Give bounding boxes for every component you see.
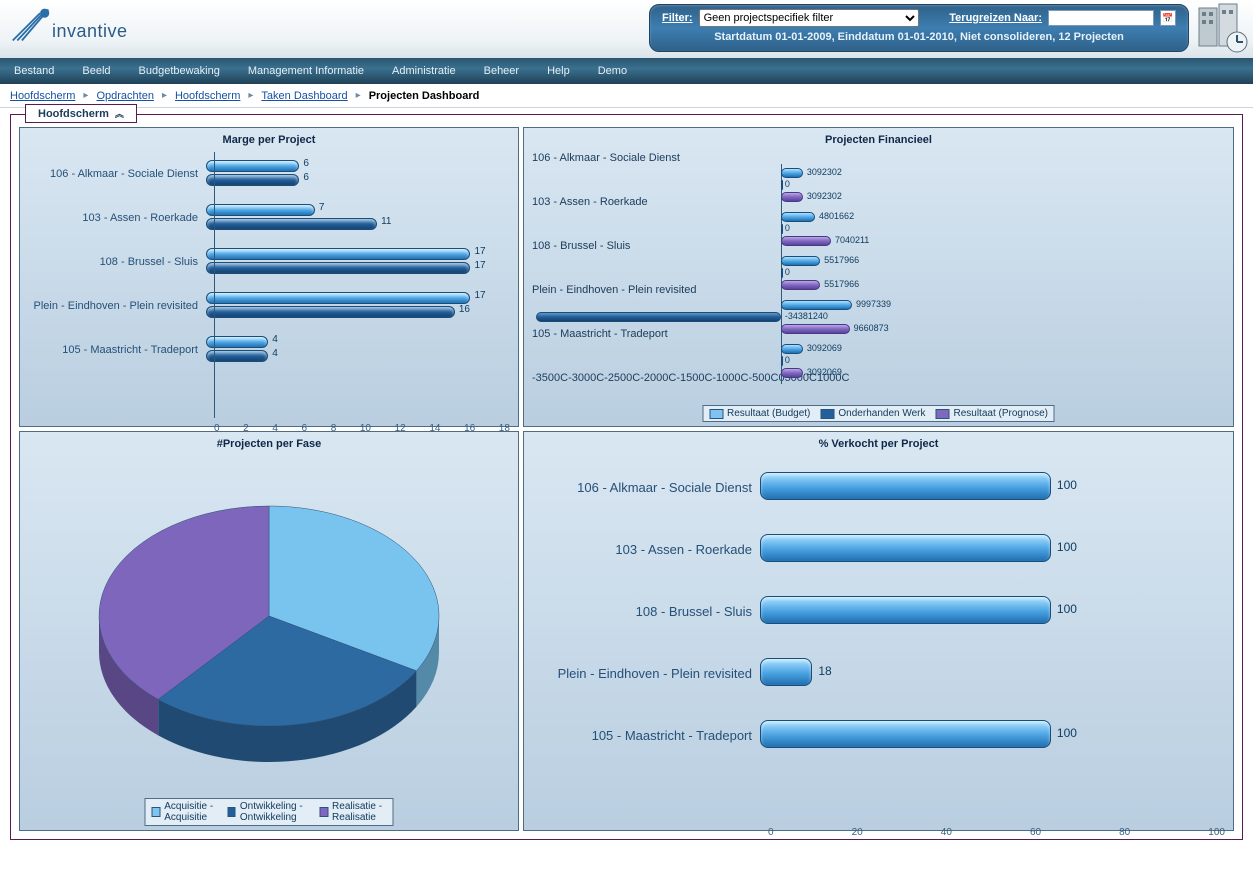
panel-title: % Verkocht per Project <box>524 438 1233 450</box>
category-label: 106 - Alkmaar - Sociale Dienst <box>28 168 206 180</box>
bar-row: 108 - Brussel - Sluis100 <box>532 580 1225 642</box>
category-label: 103 - Assen - Roerkade <box>532 542 760 557</box>
tab-label: Hoofdscherm <box>38 108 109 120</box>
chevron-right-icon: ▸ <box>162 90 167 101</box>
brand-logo: invantive <box>8 4 128 49</box>
bar-group: 309206903092069 <box>532 340 1225 384</box>
category-label: Plein - Eindhoven - Plein revisited <box>28 300 206 312</box>
chevron-up-icon: ︽ <box>115 107 124 120</box>
category-label: 108 - Brussel - Sluis <box>28 256 206 268</box>
chevron-right-icon: ▸ <box>356 90 361 101</box>
content-frame: Hoofdscherm ︽ Marge per Project 106 - Al… <box>10 114 1243 840</box>
filter-bar: Filter: Geen projectspecifiek filter Ter… <box>649 4 1189 52</box>
legend-item: Onderhanden Werk <box>838 408 925 419</box>
bar-row: 106 - Alkmaar - Sociale Dienst66 <box>28 152 510 196</box>
panel-title: Projecten Financieel <box>524 134 1233 146</box>
bar-group: 100 <box>760 704 1225 766</box>
panel-financieel: Projecten Financieel 106 - Alkmaar - Soc… <box>523 127 1234 427</box>
travel-label: Terugreizen Naar: <box>949 12 1042 24</box>
chart-marge: 106 - Alkmaar - Sociale Dienst66103 - As… <box>28 152 510 418</box>
panel-fase: #Projecten per Fase Acquisitie - Acquisi… <box>19 431 519 831</box>
travel-date-input[interactable] <box>1048 10 1154 26</box>
category-label: 105 - Maastricht - Tradeport <box>28 344 206 356</box>
filter-label: Filter: <box>662 12 693 24</box>
crumb-current: Projecten Dashboard <box>369 90 480 102</box>
bar-group: 100 <box>760 456 1225 518</box>
top-bar: invantive Filter: Geen projectspecifiek … <box>0 0 1253 58</box>
bar-group: 100 <box>760 580 1225 642</box>
bar-row: 106 - Alkmaar - Sociale Dienst3092302030… <box>532 152 1225 196</box>
bar-group: 480166207040211 <box>532 208 1225 252</box>
bar-group: 18 <box>760 642 1225 704</box>
legend-fase: Acquisitie - Acquisitie Ontwikkeling - O… <box>145 798 394 826</box>
legend-financieel: Resultaat (Budget) Onderhanden Werk Resu… <box>702 405 1055 422</box>
legend-item: Acquisitie - Acquisitie <box>164 801 217 823</box>
menu-demo[interactable]: Demo <box>598 65 627 77</box>
category-label: 106 - Alkmaar - Sociale Dienst <box>532 480 760 495</box>
category-label: 108 - Brussel - Sluis <box>532 604 760 619</box>
filter-summary: Startdatum 01-01-2009, Einddatum 01-01-2… <box>662 31 1176 43</box>
panel-verkocht: % Verkocht per Project 106 - Alkmaar - S… <box>523 431 1234 831</box>
menu-beeld[interactable]: Beeld <box>82 65 110 77</box>
bar-group: 1717 <box>206 240 510 284</box>
chart-verkocht: 106 - Alkmaar - Sociale Dienst100103 - A… <box>532 456 1225 822</box>
bar-group: 1716 <box>206 284 510 328</box>
category-label: Plein - Eindhoven - Plein revisited <box>532 666 760 681</box>
category-label: 103 - Assen - Roerkade <box>28 212 206 224</box>
chart-fase <box>30 462 508 800</box>
menu-bestand[interactable]: Bestand <box>14 65 54 77</box>
bar-row: 106 - Alkmaar - Sociale Dienst100 <box>532 456 1225 518</box>
calendar-icon[interactable]: 📅 <box>1160 10 1176 26</box>
bar-group: 44 <box>206 328 510 372</box>
panel-title: #Projecten per Fase <box>20 438 518 450</box>
bar-row: 108 - Brussel - Sluis1717 <box>28 240 510 284</box>
crumb-3[interactable]: Taken Dashboard <box>261 90 347 102</box>
bar-row: Plein - Eindhoven - Plein revisited18 <box>532 642 1225 704</box>
chart-financieel: 106 - Alkmaar - Sociale Dienst3092302030… <box>532 152 1225 418</box>
panel-marge: Marge per Project 106 - Alkmaar - Social… <box>19 127 519 427</box>
menu-admin[interactable]: Administratie <box>392 65 456 77</box>
chevron-right-icon: ▸ <box>248 90 253 101</box>
legend-item: Ontwikkeling - Ontwikkeling <box>240 801 309 823</box>
filter-select[interactable]: Geen projectspecifiek filter <box>699 9 919 27</box>
tab-hoofdscherm[interactable]: Hoofdscherm ︽ <box>25 104 137 123</box>
bar-group: 66 <box>206 152 510 196</box>
panel-title: Marge per Project <box>20 134 518 146</box>
bar-row: Plein - Eindhoven - Plein revisited1716 <box>28 284 510 328</box>
bar-group: 100 <box>760 518 1225 580</box>
buildings-clock-icon <box>1195 2 1251 54</box>
chevron-right-icon: ▸ <box>83 90 88 101</box>
crumb-0[interactable]: Hoofdscherm <box>10 90 75 102</box>
legend-item: Resultaat (Budget) <box>727 408 810 419</box>
category-label: 105 - Maastricht - Tradeport <box>532 728 760 743</box>
bar-group: 309230203092302 <box>532 164 1225 208</box>
menu-bar: Bestand Beeld Budgetbewaking Management … <box>0 58 1253 84</box>
bar-row: 103 - Assen - Roerkade711 <box>28 196 510 240</box>
bar-group: 551796605517966 <box>532 252 1225 296</box>
bar-row: 103 - Assen - Roerkade100 <box>532 518 1225 580</box>
brand-icon <box>8 4 54 49</box>
legend-item: Realisatie - Realisatie <box>332 801 386 823</box>
legend-item: Resultaat (Prognose) <box>953 408 1048 419</box>
bar-group: 9997339-343812409660873 <box>532 296 1225 340</box>
menu-budget[interactable]: Budgetbewaking <box>139 65 220 77</box>
category-label: 106 - Alkmaar - Sociale Dienst <box>532 152 726 164</box>
crumb-2[interactable]: Hoofdscherm <box>175 90 240 102</box>
breadcrumb: Hoofdscherm ▸ Opdrachten ▸ Hoofdscherm ▸ Ta… <box>0 84 1253 108</box>
menu-help[interactable]: Help <box>547 65 570 77</box>
bar-group: 711 <box>206 196 510 240</box>
bar-row: 105 - Maastricht - Tradeport44 <box>28 328 510 372</box>
brand-name: invantive <box>52 21 128 42</box>
menu-management[interactable]: Management Informatie <box>248 65 364 77</box>
crumb-1[interactable]: Opdrachten <box>96 90 153 102</box>
menu-beheer[interactable]: Beheer <box>484 65 519 77</box>
bar-row: 105 - Maastricht - Tradeport100 <box>532 704 1225 766</box>
